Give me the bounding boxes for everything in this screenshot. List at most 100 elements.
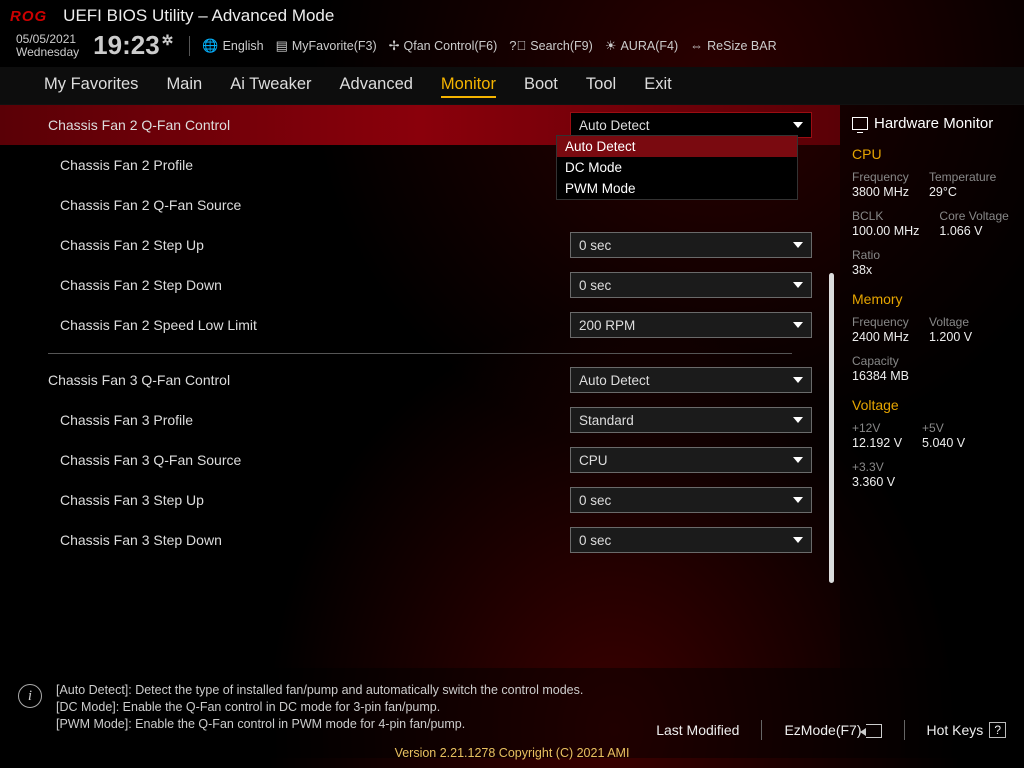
myfavorite-button[interactable]: ▤MyFavorite(F3) [276,38,377,54]
monitor-icon [852,117,868,130]
setting-label: Chassis Fan 3 Step Down [60,532,570,548]
dropdown-option[interactable]: DC Mode [557,157,797,178]
mem-freq-label: Frequency [852,315,909,329]
resizebar-button[interactable]: ⇔ReSize BAR [690,38,776,53]
setting-select[interactable]: 0 sec [570,487,812,513]
cpu-freq-label: Frequency [852,170,909,184]
v12-label: +12V [852,421,902,435]
cpu-temp-label: Temperature [929,170,996,184]
ezmode-button[interactable]: EzMode(F7) [784,722,881,738]
setting-row[interactable]: Chassis Fan 2 Speed Low Limit 200 RPM [0,305,840,345]
setting-row[interactable]: Chassis Fan 3 Q-Fan Control Auto Detect [0,360,840,400]
mem-volt-label: Voltage [929,315,972,329]
mem-cap-label: Capacity [852,354,909,368]
setting-row[interactable]: Chassis Fan 3 Q-Fan SourceCPU [0,440,840,480]
date-text: 05/05/2021 [16,33,79,46]
clock-time: 19:23 [93,30,160,61]
question-icon: ? [989,722,1006,738]
search-icon: ?⃣ [509,38,526,53]
v5-label: +5V [922,421,965,435]
day-text: Wednesday [16,46,79,59]
setting-row[interactable]: Chassis Fan 3 ProfileStandard [0,400,840,440]
cpu-temp-value: 29°C [929,185,996,199]
setting-value: CPU [579,453,608,468]
info-icon: i [18,684,42,708]
chevron-down-icon [793,242,803,248]
setting-row[interactable]: Chassis Fan 2 Step Down 0 sec [0,265,840,305]
dropdown-option[interactable]: Auto Detect [557,136,797,157]
tab-monitor[interactable]: Monitor [441,73,496,98]
v12-value: 12.192 V [852,436,902,450]
mem-cap-value: 16384 MB [852,369,909,383]
cpu-cv-value: 1.066 V [939,224,1008,238]
setting-value: 200 RPM [579,318,635,333]
setting-value: Auto Detect [579,373,650,388]
clock[interactable]: 19:23 ✲ [93,30,173,61]
language-button[interactable]: 🌐English [202,38,263,54]
mem-freq-value: 2400 MHz [852,330,909,344]
hardware-monitor-panel: Hardware Monitor CPU Frequency3800 MHz T… [840,105,1024,668]
setting-label: Chassis Fan 2 Speed Low Limit [60,317,570,333]
globe-icon: 🌐 [202,38,218,54]
app-title: UEFI BIOS Utility – Advanced Mode [63,6,334,26]
chevron-down-icon [793,377,803,383]
setting-label: Chassis Fan 3 Step Up [60,492,570,508]
list-icon: ▤ [276,38,288,54]
setting-row[interactable]: Chassis Fan 3 Step Up 0 sec [0,480,840,520]
dropdown-menu: Auto DetectDC ModePWM Mode [556,135,798,200]
setting-select[interactable]: 0 sec [570,232,812,258]
tab-bar: My Favorites Main Ai Tweaker Advanced Monito… [0,67,1024,105]
setting-label: Chassis Fan 3 Profile [60,412,570,428]
chevron-down-icon [793,537,803,543]
tab-exit[interactable]: Exit [644,73,672,98]
setting-row[interactable]: Chassis Fan 2 Step Up 0 sec [0,225,840,265]
setting-label: Chassis Fan 2 Step Up [60,237,570,253]
tab-advanced[interactable]: Advanced [340,73,413,98]
last-modified-button[interactable]: Last Modified [656,722,739,738]
mem-volt-value: 1.200 V [929,330,972,344]
gear-icon: ✲ [162,32,174,49]
dropdown-option[interactable]: PWM Mode [557,178,797,199]
cpu-ratio-value: 38x [852,263,880,277]
setting-label: Chassis Fan 2 Step Down [60,277,570,293]
v33-value: 3.360 V [852,475,895,489]
help-line-1: [Auto Detect]: Detect the type of instal… [56,682,583,699]
v33-label: +3.3V [852,460,895,474]
setting-select[interactable]: Auto Detect [570,367,812,393]
exit-icon [866,724,882,738]
qfan-button[interactable]: ✢Qfan Control(F6) [389,38,498,54]
setting-label: Chassis Fan 3 Q-Fan Control [48,372,570,388]
setting-value: 0 sec [579,238,611,253]
aura-button[interactable]: ☀AURA(F4) [605,38,678,54]
separator [761,720,762,740]
setting-label: Chassis Fan 2 Q-Fan Control [48,117,570,133]
separator [904,720,905,740]
scrollbar[interactable] [829,273,834,583]
hw-section-voltage: Voltage [852,397,1012,413]
tab-tool[interactable]: Tool [586,73,616,98]
cpu-cv-label: Core Voltage [939,209,1008,223]
date-block: 05/05/2021 Wednesday [16,33,79,58]
setting-value: 0 sec [579,533,611,548]
setting-select[interactable]: CPU [570,447,812,473]
setting-select[interactable]: 200 RPM [570,312,812,338]
setting-select[interactable]: 0 sec [570,527,812,553]
chevron-down-icon [793,417,803,423]
tab-my-favorites[interactable]: My Favorites [44,73,138,98]
tab-ai-tweaker[interactable]: Ai Tweaker [230,73,311,98]
hw-title: Hardware Monitor [852,115,1012,132]
setting-value: 0 sec [579,493,611,508]
divider [48,353,792,354]
setting-value: 0 sec [579,278,611,293]
setting-select[interactable]: Standard [570,407,812,433]
rog-logo: ROG [10,8,47,25]
settings-pane: Chassis Fan 2 Q-Fan ControlAuto DetectAu… [0,105,840,668]
cpu-bclk-value: 100.00 MHz [852,224,919,238]
hotkeys-button[interactable]: Hot Keys? [927,722,1007,738]
tab-boot[interactable]: Boot [524,73,558,98]
setting-row[interactable]: Chassis Fan 3 Step Down 0 sec [0,520,840,560]
tab-main[interactable]: Main [166,73,202,98]
setting-select[interactable]: 0 sec [570,272,812,298]
search-button[interactable]: ?⃣Search(F9) [509,38,593,53]
chevron-down-icon [793,457,803,463]
